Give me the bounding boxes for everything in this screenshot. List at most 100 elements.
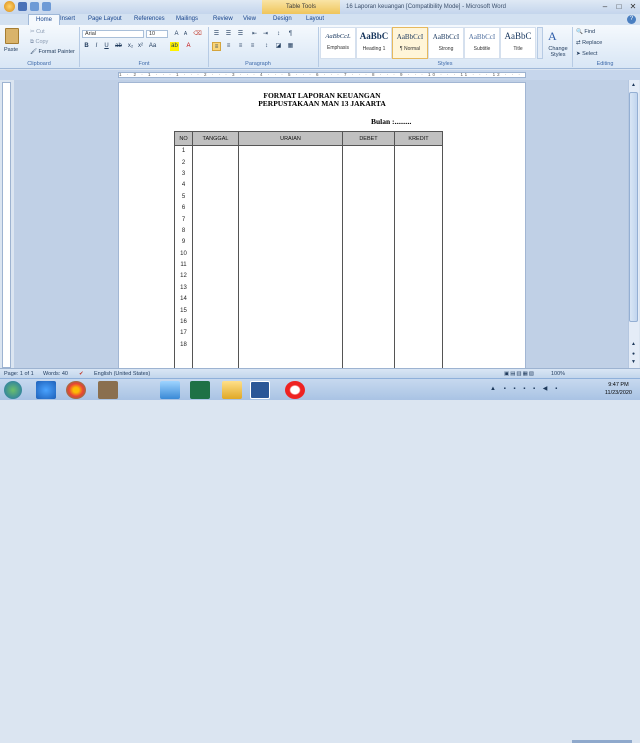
table-cell[interactable] [394,179,443,192]
internet-explorer-icon[interactable] [36,381,56,399]
justify-icon[interactable]: ≡ [248,42,257,51]
table-cell[interactable] [192,339,239,351]
table-cell[interactable] [238,156,343,169]
minimize-button[interactable]: – [598,1,612,12]
table-cell[interactable] [192,293,239,305]
table-cell[interactable] [342,179,395,192]
style-emphasis[interactable]: AaBbCcL Emphasis [320,27,356,59]
replace-button[interactable]: ⇄ Replace [576,39,602,47]
table-row[interactable]: 5 [174,191,443,203]
table-row[interactable]: 2 [174,156,443,169]
table-row[interactable]: 3 [174,168,443,180]
table-cell[interactable] [394,225,443,237]
numbering-icon[interactable]: ☰ [224,30,233,39]
table-cell[interactable] [238,213,343,226]
save-icon[interactable] [18,2,27,11]
multilevel-list-icon[interactable]: ☰ [236,30,245,39]
table-cell[interactable] [342,293,395,305]
document-page[interactable]: FORMAT LAPORAN KEUANGAN PERPUSTAKAAN MAN… [118,82,526,372]
table-row[interactable]: 17 [174,327,443,340]
language-indicator[interactable]: English (United States) [94,370,150,378]
table-cell[interactable] [342,156,395,169]
table-row[interactable]: 13 [174,282,443,294]
table-cell[interactable] [238,248,343,260]
table-cell[interactable] [394,168,443,180]
shrink-font-icon[interactable]: A [181,30,190,39]
style-title[interactable]: AaBbC Title [500,27,536,59]
shading-icon[interactable]: ◪ [274,42,283,51]
table-cell[interactable] [192,304,239,317]
table-cell[interactable] [238,202,343,214]
proofing-icon[interactable]: ✔ [79,370,84,378]
table-row[interactable]: 8 [174,225,443,237]
change-styles-button[interactable]: Change Styles [545,46,571,58]
row-number[interactable]: 11 [174,259,193,271]
clock[interactable]: 9:47 PM 11/23/2020 [605,381,632,397]
row-number[interactable]: 9 [174,236,193,249]
table-row[interactable]: 14 [174,293,443,305]
table-cell[interactable] [192,270,239,283]
tab-layout[interactable]: Layout [306,14,324,25]
table-row[interactable]: 12 [174,270,443,283]
tab-references[interactable]: References [134,14,165,25]
table-cell[interactable] [238,225,343,237]
italic-icon[interactable]: I [92,42,101,51]
row-number[interactable]: 2 [174,156,193,169]
table-cell[interactable] [238,259,343,271]
table-cell[interactable] [238,179,343,192]
table-cell[interactable] [342,270,395,283]
table-cell[interactable] [192,179,239,192]
table-cell[interactable] [238,236,343,249]
table-cell[interactable] [192,213,239,226]
table-cell[interactable] [342,259,395,271]
row-number[interactable]: 7 [174,213,193,226]
change-case-icon[interactable]: Aa [148,42,157,51]
table-row[interactable]: 9 [174,236,443,249]
row-number[interactable]: 16 [174,316,193,328]
table-cell[interactable] [342,145,395,157]
row-number[interactable]: 15 [174,304,193,317]
row-number[interactable]: 10 [174,248,193,260]
row-number[interactable]: 14 [174,293,193,305]
table-cell[interactable] [394,156,443,169]
word-count[interactable]: Words: 40 [43,370,68,378]
increase-indent-icon[interactable]: ⇥ [261,30,270,39]
table-cell[interactable] [342,248,395,260]
tab-review[interactable]: Review [213,14,233,25]
underline-icon[interactable]: U [102,42,111,51]
media-player-icon[interactable] [98,381,118,399]
font-size-field[interactable]: 10 [146,30,168,38]
app-icon[interactable] [160,381,180,399]
table-cell[interactable] [394,191,443,203]
scrollbar-thumb[interactable] [629,92,638,322]
table-cell[interactable] [192,202,239,214]
row-number[interactable]: 13 [174,282,193,294]
tab-insert[interactable]: Insert [60,14,75,25]
tab-mailings[interactable]: Mailings [176,14,198,25]
subscript-icon[interactable]: x₂ [126,42,135,51]
table-cell[interactable] [394,248,443,260]
row-number[interactable]: 18 [174,339,193,351]
line-spacing-icon[interactable]: ↕ [262,42,271,51]
horizontal-ruler[interactable]: 1 · 2 · 1 · · · 1 · · · 2 · · · 3 · · · … [0,70,640,80]
superscript-icon[interactable]: x² [136,42,145,51]
style-subtitle[interactable]: AaBbCcI Subtitle [464,27,500,59]
table-row[interactable]: 7 [174,213,443,226]
vertical-ruler[interactable] [2,82,11,368]
table-cell[interactable] [342,327,395,340]
table-cell[interactable] [394,327,443,340]
font-name-field[interactable]: Arial [82,30,144,38]
table-cell[interactable] [192,236,239,249]
table-cell[interactable] [394,145,443,157]
table-cell[interactable] [394,304,443,317]
table-row[interactable]: 4 [174,179,443,192]
table-cell[interactable] [342,225,395,237]
office-button[interactable] [4,1,15,12]
table-cell[interactable] [394,282,443,294]
table-cell[interactable] [342,304,395,317]
table-cell[interactable] [192,327,239,340]
table-cell[interactable] [238,316,343,328]
style-normal[interactable]: AaBbCcI ¶ Normal [392,27,428,59]
table-cell[interactable] [238,270,343,283]
zoom-level[interactable]: 100% [551,370,565,378]
